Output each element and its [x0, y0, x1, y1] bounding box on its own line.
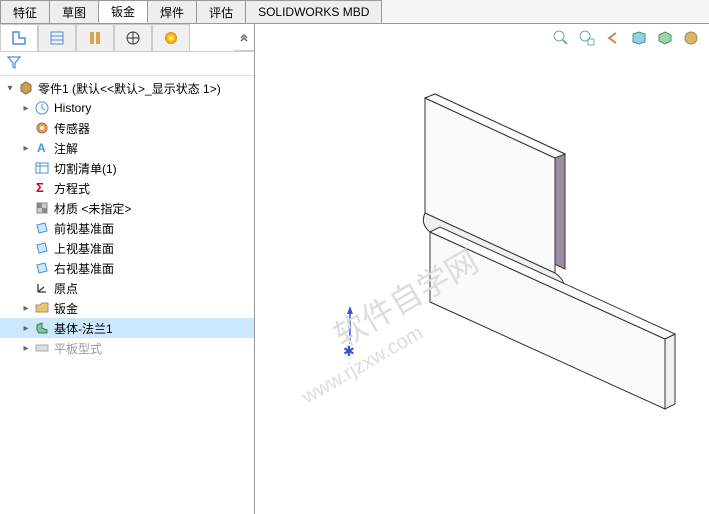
tree-item-equation[interactable]: Σ 方程式 [0, 178, 254, 198]
history-icon [34, 100, 50, 116]
feature-manager-panel: ▾ 零件1 (默认<<默认>_显示状态 1>) ▸ History 传感器 ▸ … [0, 24, 255, 514]
origin-icon [34, 280, 50, 296]
tree-item-origin[interactable]: 原点 [0, 278, 254, 298]
tab-sheetmetal[interactable]: 钣金 [98, 0, 148, 23]
tree-label: 前视基准面 [54, 220, 114, 237]
svg-text:✱: ✱ [343, 343, 355, 359]
filter-icon[interactable] [6, 54, 22, 73]
origin-triad: ✱ [343, 306, 355, 359]
feature-tree: ▾ 零件1 (默认<<默认>_显示状态 1>) ▸ History 传感器 ▸ … [0, 76, 254, 514]
panel-tab-display[interactable] [152, 24, 190, 51]
tab-feature[interactable]: 特征 [0, 0, 50, 23]
tree-item-top-plane[interactable]: 上视基准面 [0, 238, 254, 258]
tree-label: 基体-法兰1 [54, 320, 113, 337]
tree-item-sensor[interactable]: 传感器 [0, 118, 254, 138]
cutlist-icon [34, 160, 50, 176]
tree-item-flat-pattern[interactable]: ▸ 平板型式 [0, 338, 254, 358]
expander-icon[interactable]: ▸ [20, 342, 32, 354]
panel-tab-property[interactable] [38, 24, 76, 51]
panel-expand-toggle[interactable] [234, 24, 254, 51]
sensor-icon [34, 120, 50, 136]
part-icon [18, 80, 34, 96]
expander-icon[interactable]: ▸ [20, 102, 32, 114]
expander-icon[interactable]: ▸ [20, 302, 32, 314]
tree-item-history[interactable]: ▸ History [0, 98, 254, 118]
tree-label: 原点 [54, 280, 78, 297]
sheetmetal-folder-icon [34, 300, 50, 316]
graphics-viewport[interactable]: ✱ 软件自学网 www.rjzxw.com [255, 24, 709, 514]
tree-item-sheetmetal-folder[interactable]: ▸ 钣金 [0, 298, 254, 318]
tree-root-label: 零件1 (默认<<默认>_显示状态 1>) [38, 80, 221, 97]
plane-icon [34, 220, 50, 236]
flat-pattern-icon [34, 340, 50, 356]
filter-row [0, 52, 254, 76]
tab-evaluate[interactable]: 评估 [196, 0, 246, 23]
tree-label: 上视基准面 [54, 240, 114, 257]
panel-tabs [0, 24, 254, 52]
base-flange-icon [34, 320, 50, 336]
tree-label: 方程式 [54, 180, 90, 197]
tree-label: History [54, 101, 91, 115]
tree-label: 切割清单(1) [54, 160, 117, 177]
tree-label: 钣金 [54, 300, 78, 317]
tab-mbd[interactable]: SOLIDWORKS MBD [245, 0, 382, 23]
tab-sketch[interactable]: 草图 [49, 0, 99, 23]
tree-item-right-plane[interactable]: 右视基准面 [0, 258, 254, 278]
tree-label: 平板型式 [54, 340, 102, 357]
tree-label: 传感器 [54, 120, 90, 137]
tree-item-base-flange[interactable]: ▸ 基体-法兰1 [0, 318, 254, 338]
panel-tab-config[interactable] [76, 24, 114, 51]
tree-root[interactable]: ▾ 零件1 (默认<<默认>_显示状态 1>) [0, 78, 254, 98]
model-3d: ✱ [255, 24, 709, 514]
svg-text:Σ: Σ [36, 180, 44, 195]
expander-icon[interactable]: ▾ [4, 82, 16, 94]
tree-item-annotation[interactable]: ▸ A 注解 [0, 138, 254, 158]
tree-item-front-plane[interactable]: 前视基准面 [0, 218, 254, 238]
tree-label: 材质 <未指定> [54, 200, 131, 217]
annotation-icon: A [34, 140, 50, 156]
tree-item-cutlist[interactable]: 切割清单(1) [0, 158, 254, 178]
panel-tab-dimxpert[interactable] [114, 24, 152, 51]
tree-item-material[interactable]: 材质 <未指定> [0, 198, 254, 218]
command-manager-tabs: 特征 草图 钣金 焊件 评估 SOLIDWORKS MBD [0, 0, 709, 24]
expander-icon[interactable]: ▸ [20, 322, 32, 334]
svg-text:A: A [37, 141, 46, 155]
panel-tab-feature-tree[interactable] [0, 24, 38, 51]
plane-icon [34, 240, 50, 256]
expander-icon[interactable]: ▸ [20, 142, 32, 154]
plane-icon [34, 260, 50, 276]
tree-label: 注解 [54, 140, 78, 157]
equation-icon: Σ [34, 180, 50, 196]
material-icon [34, 200, 50, 216]
tab-weldment[interactable]: 焊件 [147, 0, 197, 23]
tree-label: 右视基准面 [54, 260, 114, 277]
